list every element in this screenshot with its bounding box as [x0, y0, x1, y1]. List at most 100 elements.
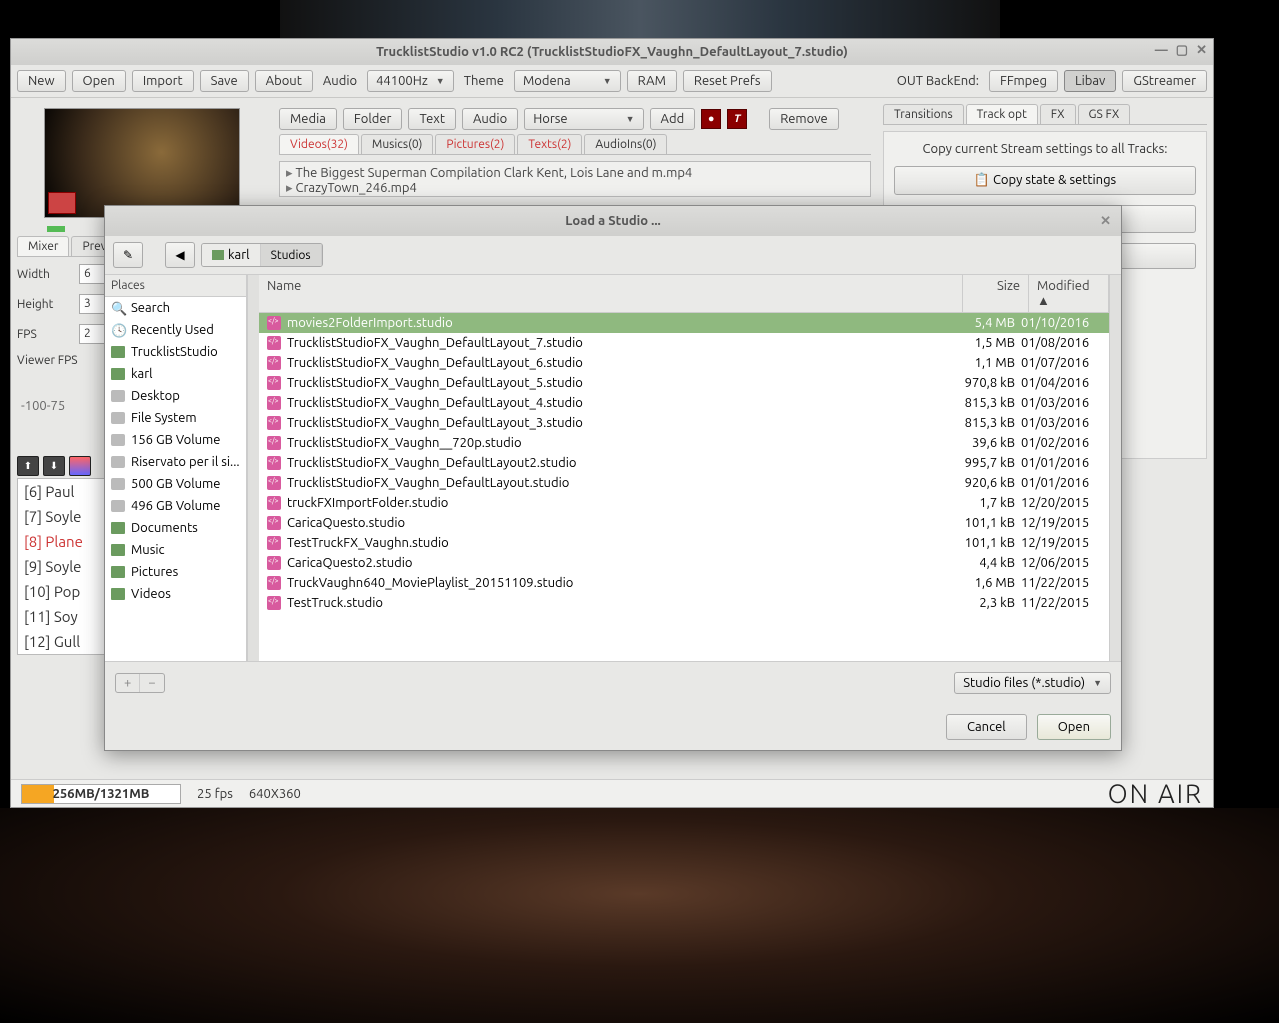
- theme-dropdown[interactable]: Modena▼: [514, 70, 621, 92]
- media-item[interactable]: CrazyTown_246.mp4: [286, 181, 864, 196]
- drive-icon: [111, 456, 125, 468]
- ffmpeg-button[interactable]: FFmpeg: [989, 70, 1058, 92]
- remove-bookmark-icon[interactable]: −: [139, 674, 163, 692]
- folder-icon: [111, 544, 125, 556]
- tab-transitions[interactable]: Transitions: [883, 104, 964, 124]
- folder-button[interactable]: Folder: [343, 108, 403, 130]
- add-bookmark-icon[interactable]: +: [116, 674, 139, 692]
- place-item[interactable]: 🔍Search: [105, 297, 246, 319]
- place-item[interactable]: 500 GB Volume: [105, 473, 246, 495]
- file-row[interactable]: TestTruckFX_Vaughn.studio101,1 kB12/19/2…: [259, 533, 1109, 553]
- file-row[interactable]: TrucklistStudioFX_Vaughn__720p.studio39,…: [259, 433, 1109, 453]
- studio-file-icon: [267, 476, 281, 490]
- media-list[interactable]: The Biggest Superman Compilation Clark K…: [279, 161, 871, 197]
- studio-file-icon: [267, 456, 281, 470]
- col-size[interactable]: Size: [963, 275, 1029, 312]
- file-modified: 12/06/2015: [1021, 556, 1101, 570]
- tab-fx[interactable]: FX: [1040, 104, 1076, 124]
- reset-prefs-button[interactable]: Reset Prefs: [683, 70, 772, 92]
- place-item[interactable]: TrucklistStudio: [105, 341, 246, 363]
- file-row[interactable]: TrucklistStudioFX_Vaughn_DefaultLayout.s…: [259, 473, 1109, 493]
- tab-gsfx[interactable]: GS FX: [1078, 104, 1131, 124]
- place-item[interactable]: Riservato per il si...: [105, 451, 246, 473]
- edit-path-icon[interactable]: ✎: [113, 242, 143, 268]
- place-item[interactable]: 🕓Recently Used: [105, 319, 246, 341]
- about-button[interactable]: About: [255, 70, 313, 92]
- add-button[interactable]: Add: [650, 108, 696, 130]
- place-item[interactable]: File System: [105, 407, 246, 429]
- drive-icon: [111, 434, 125, 446]
- file-row[interactable]: movies2FolderImport.studio5,4 MB01/10/20…: [259, 313, 1109, 333]
- place-item[interactable]: Pictures: [105, 561, 246, 583]
- place-label: Riservato per il si...: [131, 455, 240, 469]
- place-item[interactable]: Desktop: [105, 385, 246, 407]
- file-row[interactable]: CaricaQuesto2.studio4,4 kB12/06/2015: [259, 553, 1109, 573]
- open-file-button[interactable]: Open: [1037, 714, 1111, 740]
- file-row[interactable]: TrucklistStudioFX_Vaughn_DefaultLayout2.…: [259, 453, 1109, 473]
- place-item[interactable]: Videos: [105, 583, 246, 605]
- tab-videos[interactable]: Videos(32): [279, 134, 359, 154]
- tab-musics[interactable]: Musics(0): [361, 134, 434, 154]
- audio-button[interactable]: Audio: [462, 108, 518, 130]
- status-resolution: 640X360: [249, 787, 301, 801]
- file-row[interactable]: TrucklistStudioFX_Vaughn_DefaultLayout_7…: [259, 333, 1109, 353]
- file-row[interactable]: TestTruck.studio2,3 kB11/22/2015: [259, 593, 1109, 613]
- animation-dropdown[interactable]: Horse▼: [524, 108, 643, 130]
- libav-button[interactable]: Libav: [1064, 70, 1116, 92]
- playlist-color-icon[interactable]: [69, 456, 91, 476]
- maximize-icon[interactable]: ▢: [1176, 43, 1188, 58]
- audio-rate-dropdown[interactable]: 44100Hz▼: [367, 70, 454, 92]
- close-icon[interactable]: ✕: [1196, 43, 1207, 58]
- studio-file-icon: [267, 316, 281, 330]
- breadcrumb-karl[interactable]: karl: [202, 244, 261, 266]
- minimize-icon[interactable]: —: [1155, 43, 1168, 58]
- playlist-up-icon[interactable]: ⬆: [17, 456, 39, 476]
- file-row[interactable]: CaricaQuesto.studio101,1 kB12/19/2015: [259, 513, 1109, 533]
- place-item[interactable]: 156 GB Volume: [105, 429, 246, 451]
- place-item[interactable]: Documents: [105, 517, 246, 539]
- nav-back-icon[interactable]: ◀: [165, 242, 195, 268]
- file-row[interactable]: TrucklistStudioFX_Vaughn_DefaultLayout_6…: [259, 353, 1109, 373]
- remove-button[interactable]: Remove: [769, 108, 839, 130]
- place-label: File System: [131, 411, 197, 425]
- import-button[interactable]: Import: [132, 70, 194, 92]
- cancel-button[interactable]: Cancel: [946, 714, 1027, 740]
- file-row[interactable]: TrucklistStudioFX_Vaughn_DefaultLayout_5…: [259, 373, 1109, 393]
- place-item[interactable]: Music: [105, 539, 246, 561]
- col-name[interactable]: Name: [259, 275, 963, 312]
- col-modified[interactable]: Modified ▲: [1029, 275, 1109, 312]
- desktop-background-top: [280, 0, 1000, 38]
- file-row[interactable]: TrucklistStudioFX_Vaughn_DefaultLayout_3…: [259, 413, 1109, 433]
- file-row[interactable]: TruckVaughn640_MoviePlaylist_20151109.st…: [259, 573, 1109, 593]
- place-item[interactable]: karl: [105, 363, 246, 385]
- text-overlay-icon[interactable]: T: [727, 109, 747, 129]
- tab-pictures[interactable]: Pictures(2): [435, 134, 515, 154]
- tab-mixer[interactable]: Mixer: [17, 236, 69, 256]
- playlist-down-icon[interactable]: ⬇: [43, 456, 65, 476]
- copy-state-button[interactable]: 📋 Copy state & settings: [894, 166, 1196, 195]
- media-item[interactable]: The Biggest Superman Compilation Clark K…: [286, 166, 864, 181]
- file-name: TrucklistStudioFX_Vaughn_DefaultLayout_3…: [287, 416, 955, 430]
- file-name: TrucklistStudioFX_Vaughn_DefaultLayout.s…: [287, 476, 955, 490]
- gstreamer-button[interactable]: GStreamer: [1122, 70, 1207, 92]
- dialog-close-icon[interactable]: ✕: [1100, 214, 1111, 229]
- files-list[interactable]: movies2FolderImport.studio5,4 MB01/10/20…: [259, 313, 1109, 661]
- file-row[interactable]: truckFXImportFolder.studio1,7 kB12/20/20…: [259, 493, 1109, 513]
- text-button[interactable]: Text: [408, 108, 455, 130]
- breadcrumb-studios[interactable]: Studios: [261, 244, 322, 266]
- places-scrollbar[interactable]: [247, 275, 259, 661]
- new-button[interactable]: New: [17, 70, 66, 92]
- files-scrollbar[interactable]: [1109, 275, 1121, 661]
- file-modified: 01/01/2016: [1021, 456, 1101, 470]
- save-button[interactable]: Save: [200, 70, 249, 92]
- record-icon[interactable]: ●: [701, 109, 721, 129]
- tab-texts[interactable]: Texts(2): [517, 134, 582, 154]
- tab-trackopt[interactable]: Track opt: [966, 104, 1038, 124]
- place-item[interactable]: 496 GB Volume: [105, 495, 246, 517]
- tab-audioins[interactable]: AudioIns(0): [584, 134, 667, 154]
- file-row[interactable]: TrucklistStudioFX_Vaughn_DefaultLayout_4…: [259, 393, 1109, 413]
- media-button[interactable]: Media: [279, 108, 337, 130]
- file-filter-dropdown[interactable]: Studio files (*.studio)▼: [954, 672, 1111, 694]
- ram-button[interactable]: RAM: [627, 70, 677, 92]
- open-button[interactable]: Open: [72, 70, 126, 92]
